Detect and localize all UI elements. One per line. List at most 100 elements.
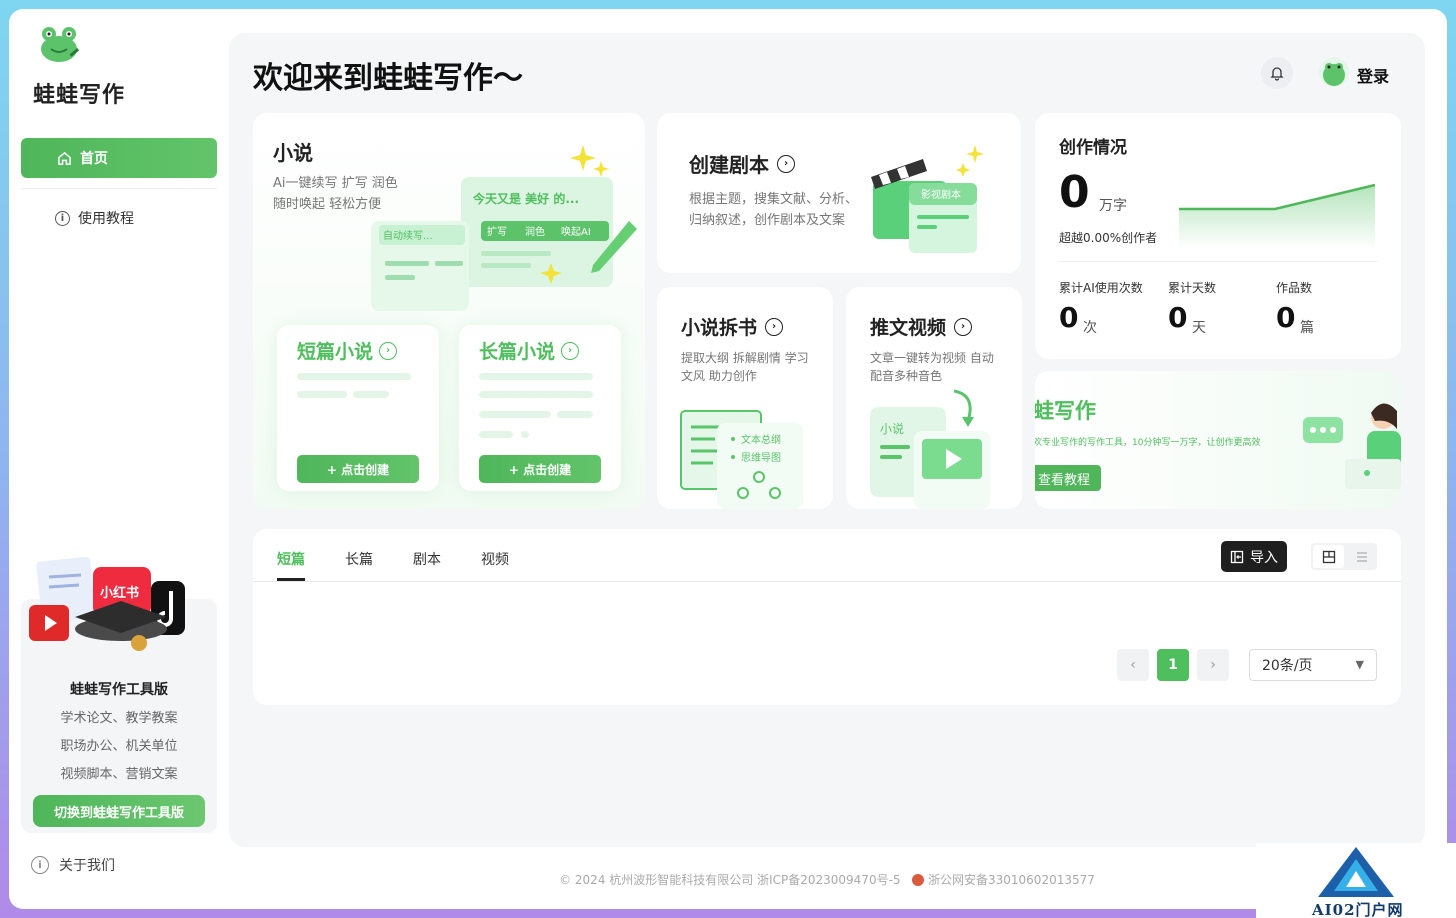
promo-line: 视频脚本、营销文案 (60, 767, 178, 782)
beat-percent: 超越0.00%创作者 (1059, 231, 1158, 245)
tutorial-banner[interactable]: 蛙写作 欢专业写作的写作工具，10分钟写一万字，让创作更高效 查看教程 (1035, 371, 1401, 509)
promo-illustration-icon: 小红书 (29, 557, 185, 651)
works-unit: 篇 (1300, 320, 1314, 336)
arrow-right-icon: › (765, 317, 784, 336)
art-bubble-text: 今天又是 美好 的... (472, 191, 579, 206)
art-item: 文本总纲 (741, 433, 781, 446)
ai-usage-label: 累计AI使用次数 (1059, 281, 1143, 295)
placeholder-bar (521, 431, 529, 438)
novel-illustration-icon: 今天又是 美好 的... 扩写 润色 唤起AI 自动续写... (371, 145, 637, 311)
long-novel-card[interactable]: 长篇小说 › + 点击创建 (459, 325, 621, 491)
create-script-card[interactable]: 创建剧本 › 根据主题，搜集文献、分析、 归纳叙述，创作剧本及文案 影视剧本 (657, 113, 1021, 273)
sidebar: 蛙蛙写作 首页 i 使用教程 蛙蛙写作工具版 学术论文、教学教案 职场办公、机关… (9, 9, 229, 909)
sidebar-item-tutorial[interactable]: i 使用教程 (21, 199, 217, 237)
page-title: 欢迎来到蛙蛙写作～ (253, 61, 523, 96)
arrow-right-icon: › (777, 154, 795, 173)
ai-usage-value: 0 (1059, 301, 1079, 334)
short-novel-card[interactable]: 短篇小说 › + 点击创建 (277, 325, 439, 491)
about-us-link[interactable]: i 关于我们 (31, 855, 115, 875)
next-page-button[interactable]: › (1197, 649, 1229, 681)
script-desc: 根据主题，搜集文献、分析、 (689, 192, 859, 207)
chevron-right-icon: › (1210, 657, 1216, 673)
promo-title: 蛙蛙写作工具版 (70, 682, 168, 698)
sidebar-item-label: 使用教程 (78, 211, 134, 227)
trend-area (1179, 185, 1375, 249)
page-number-current[interactable]: 1 (1157, 649, 1189, 681)
video-desc: 配音多种音色 (870, 369, 943, 383)
script-title: 创建剧本 › (689, 149, 795, 178)
art-video-label: 小说 (880, 421, 904, 436)
art-item: 思维导图 (741, 451, 781, 464)
split-desc: 提取大纲 拆解剧情 学习 (681, 351, 809, 365)
video-illustration-icon: 小说 (870, 389, 990, 509)
novel-split-card[interactable]: 小说拆书 › 提取大纲 拆解剧情 学习 文风 助力创作 文本总纲 思维导图 (657, 287, 833, 509)
brand-name: 蛙蛙写作 (33, 83, 126, 108)
import-button[interactable]: 导入 (1221, 541, 1287, 572)
create-long-novel-button[interactable]: + 点击创建 (479, 455, 601, 483)
view-tutorial-button[interactable]: 查看教程 (1035, 465, 1101, 491)
login-button[interactable]: 登录 (1357, 63, 1389, 87)
arrow-right-icon: › (379, 341, 398, 360)
art-script-label: 影视剧本 (921, 188, 961, 201)
chevron-left-icon: ‹ (1130, 657, 1136, 673)
placeholder-bar (479, 411, 551, 418)
xiaohongshu-badge: 小红书 (100, 585, 139, 601)
split-title: 小说拆书 › (681, 313, 784, 340)
stats-divider (1059, 261, 1377, 262)
frog-logo-icon (41, 27, 80, 62)
arrow-right-icon: › (954, 317, 973, 336)
notification-button[interactable] (1261, 57, 1293, 89)
sidebar-item-home[interactable]: 首页 (21, 138, 217, 178)
grid-view-icon[interactable] (1313, 545, 1344, 568)
script-title-label: 创建剧本 (689, 153, 769, 177)
works-label: 作品数 (1276, 281, 1313, 295)
create-short-novel-button[interactable]: + 点击创建 (297, 455, 419, 483)
import-icon (1230, 550, 1244, 563)
video-title: 推文视频 › (870, 313, 973, 340)
art-tag: 唤起AI (561, 225, 591, 238)
sidebar-divider (21, 188, 217, 189)
placeholder-bar (297, 373, 411, 380)
tab-long[interactable]: 长篇 (345, 549, 373, 569)
police-record-text[interactable]: 浙公网安备33010602013577 (928, 873, 1095, 887)
tab-short[interactable]: 短篇 (277, 549, 305, 569)
long-novel-label: 长篇小说 (479, 341, 556, 363)
art-tag: 扩写 (487, 225, 507, 238)
watermark-logo-icon (1318, 847, 1394, 897)
import-label: 导入 (1250, 549, 1278, 566)
app-window: 蛙蛙写作 首页 i 使用教程 蛙蛙写作工具版 学术论文、教学教案 职场办公、机关… (9, 9, 1447, 909)
placeholder-bar (479, 391, 593, 398)
tab-divider (253, 581, 1401, 582)
bell-icon (1270, 67, 1284, 81)
tab-video[interactable]: 视频 (481, 549, 509, 569)
avatar[interactable] (1319, 57, 1349, 87)
tweet-video-card[interactable]: 推文视频 › 文章一键转为视频 自动 配音多种音色 小说 (846, 287, 1022, 509)
page-size-value: 20条/页 (1262, 658, 1313, 674)
art-continue: 自动续写... (383, 229, 433, 242)
days-value: 0 (1168, 301, 1188, 334)
chevron-down-icon: ▼ (1355, 658, 1364, 671)
novel-title: 小说 (273, 141, 313, 165)
tab-active-indicator (277, 578, 305, 581)
about-us-label: 关于我们 (59, 858, 115, 874)
novel-card[interactable]: 小说 Ai一键续写 扩写 润色 随时唤起 轻松方便 今天又是 美好 的... 扩… (253, 113, 645, 509)
page-size-select[interactable]: 20条/页 ▼ (1249, 649, 1377, 681)
split-desc: 文风 助力创作 (681, 369, 757, 383)
placeholder-bar (479, 373, 593, 380)
switch-tool-version-button[interactable]: 切换到蛙蛙写作工具版 (33, 795, 205, 827)
list-view-icon[interactable] (1346, 543, 1377, 570)
short-novel-label: 短篇小说 (297, 341, 374, 363)
days-label: 累计天数 (1168, 281, 1217, 295)
words-unit: 万字 (1099, 198, 1127, 214)
arrow-right-icon: › (561, 341, 580, 360)
copyright-text[interactable]: © 2024 杭州波形智能科技有限公司 浙ICP备2023009470号-5 (559, 873, 900, 887)
prev-page-button[interactable]: ‹ (1117, 649, 1149, 681)
watermark: AI02门户网 (1256, 843, 1456, 918)
tab-script[interactable]: 剧本 (413, 549, 441, 569)
placeholder-bar (297, 391, 347, 398)
main-content: 欢迎来到蛙蛙写作～ 登录 小说 Ai一键续写 扩写 润色 随时唤起 轻松方便 今… (229, 33, 1425, 847)
sidebar-item-label: 首页 (80, 151, 108, 167)
long-novel-title: 长篇小说 › (479, 337, 580, 364)
promo-line: 职场办公、机关单位 (60, 739, 178, 754)
book-split-illustration-icon: 文本总纲 思维导图 (680, 410, 803, 509)
